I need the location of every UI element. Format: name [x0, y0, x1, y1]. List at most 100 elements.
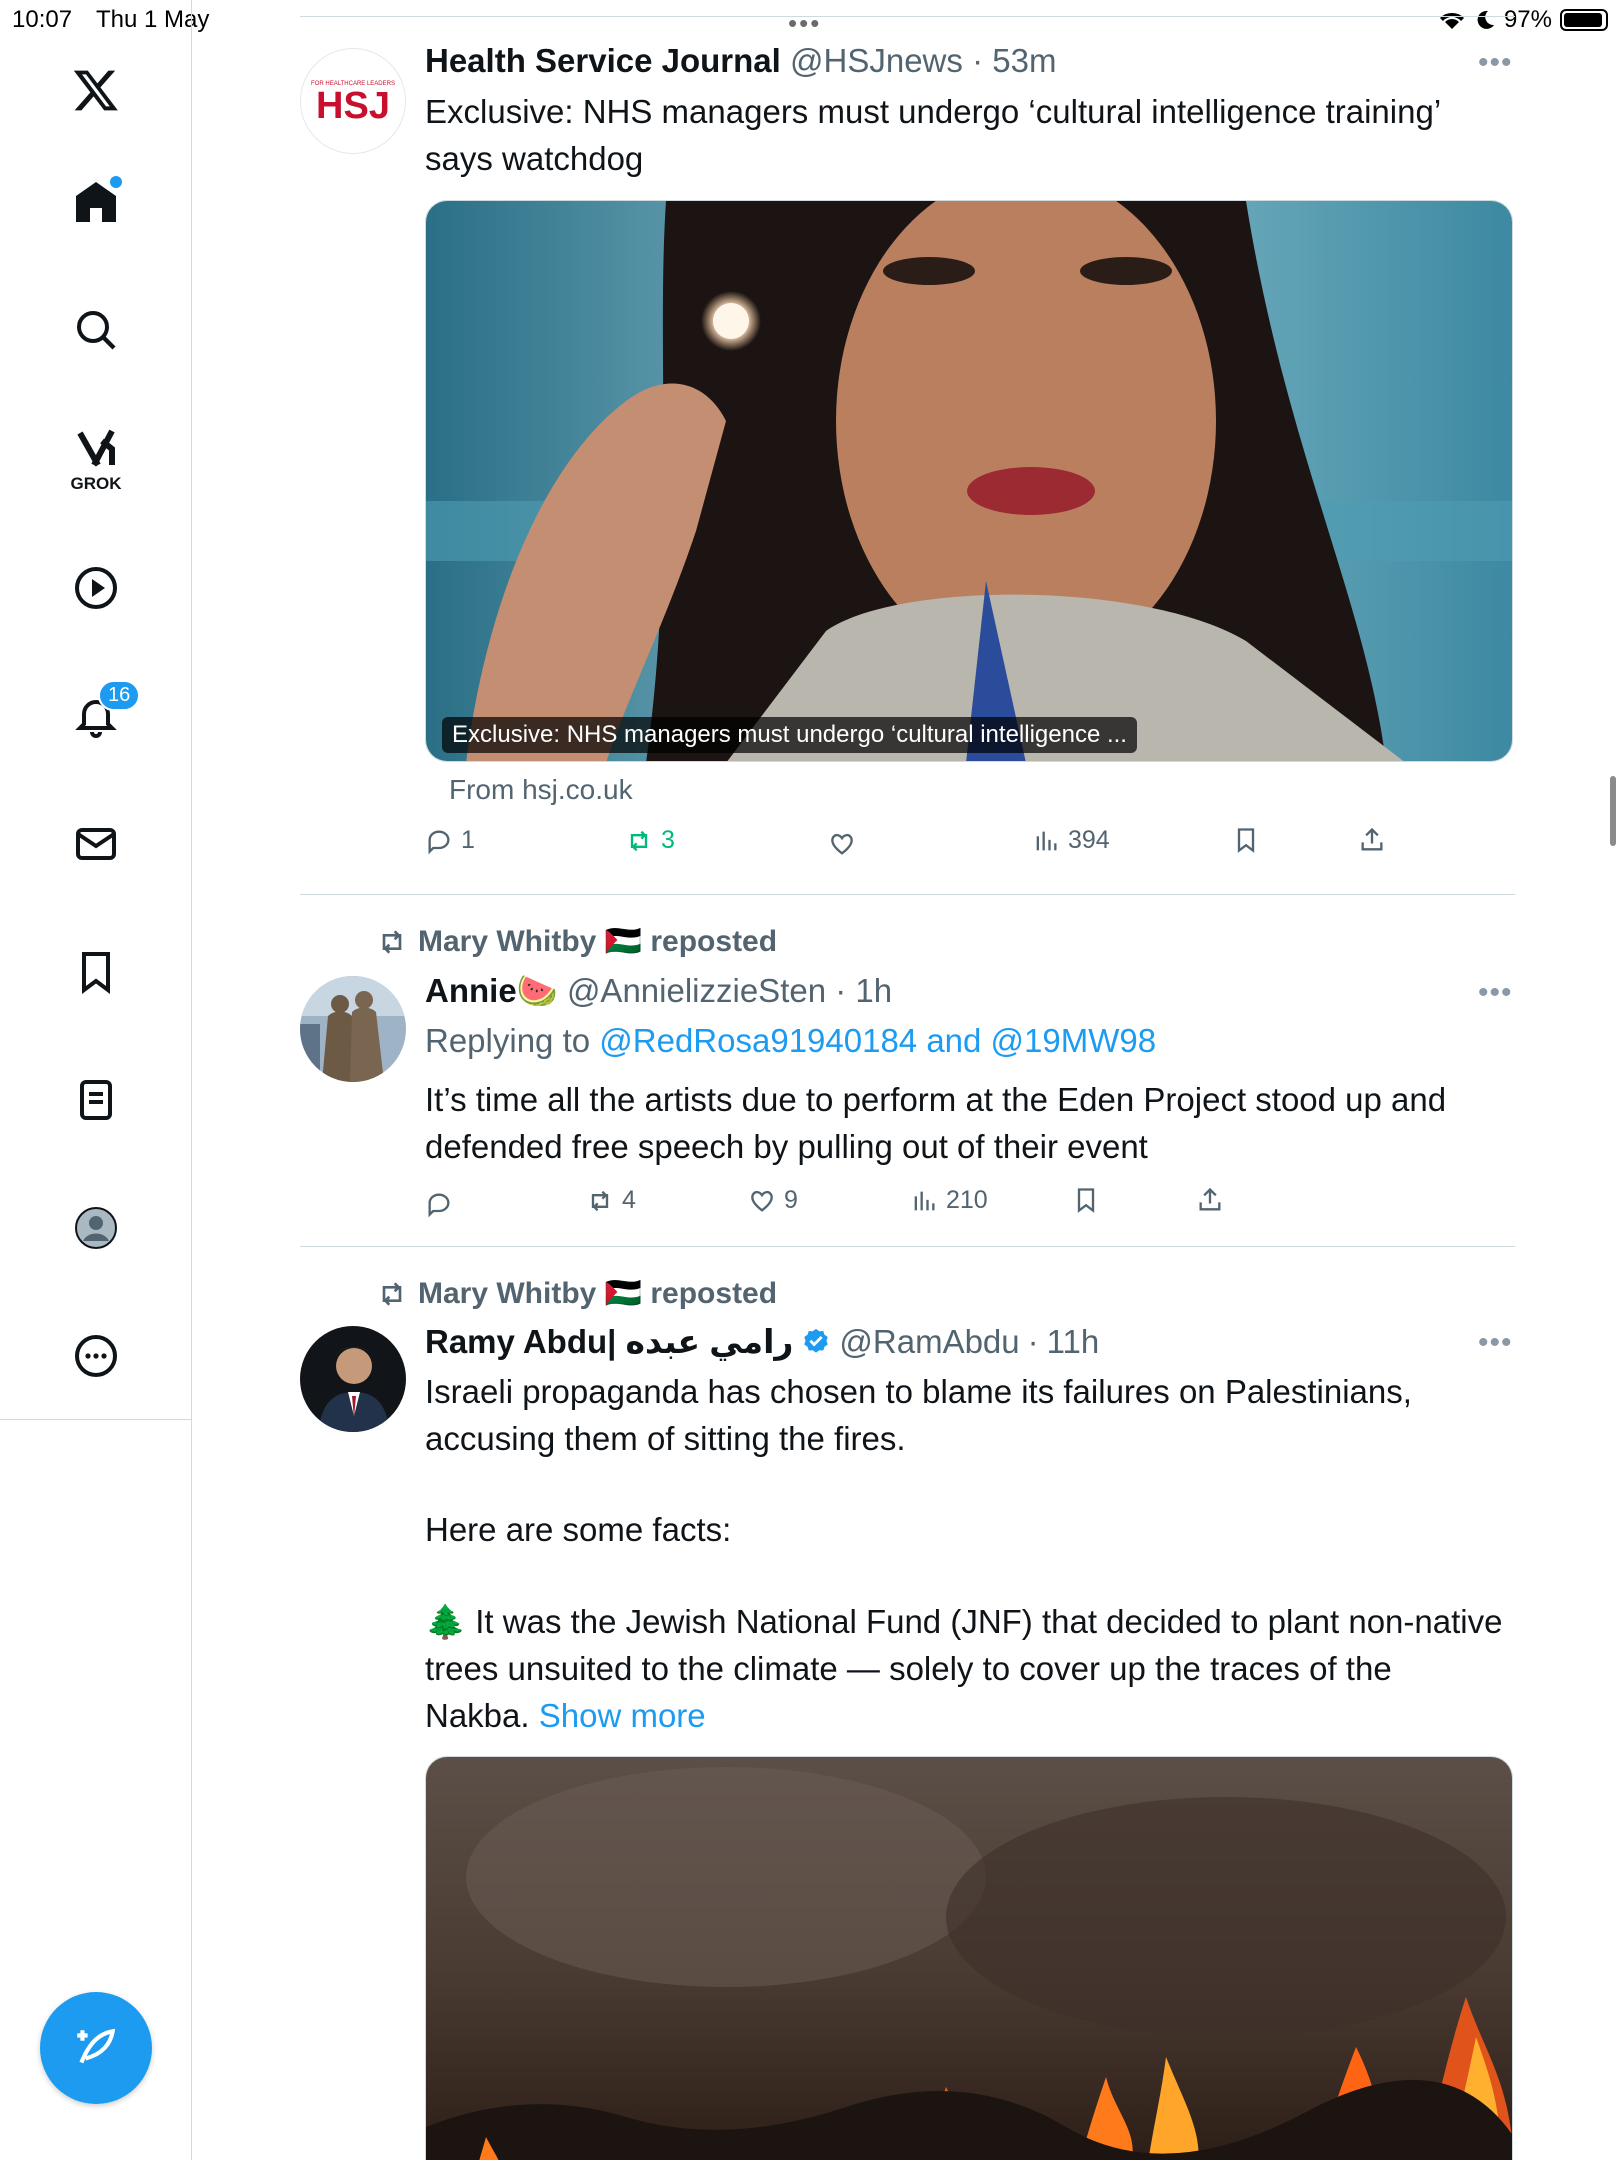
more-options-icon[interactable]: [56, 1316, 136, 1396]
avatar-hsj-logo: HSJ: [316, 85, 390, 127]
sidebar: GROK 16: [0, 0, 192, 1420]
reposted-by-text[interactable]: Mary Whitby 🇵🇸 reposted: [418, 924, 777, 959]
reply-icon: [428, 830, 450, 854]
status-right: 97%: [1438, 6, 1608, 34]
reposted-by-line: Mary Whitby 🇵🇸 reposted: [376, 1276, 777, 1311]
share-icon: [1361, 827, 1383, 851]
tweet-media-image[interactable]: [425, 1756, 1513, 2160]
replying-to-handles[interactable]: @RedRosa91940184 and @19MW98: [599, 1022, 1156, 1059]
avatar-man-in-suit-image: [300, 1326, 406, 1432]
tweet-text: Exclusive: NHS managers must undergo ‘cu…: [425, 93, 1440, 177]
reposted-by-line: Mary Whitby 🇵🇸 reposted: [376, 924, 777, 959]
tweet-text-paragraph-1: Israeli propaganda has chosen to blame i…: [425, 1373, 1412, 1457]
author-name[interactable]: Annie🍉: [425, 972, 558, 1009]
video-play-icon[interactable]: [56, 548, 136, 628]
bookmarks-icon[interactable]: [56, 932, 136, 1012]
grok-icon[interactable]: GROK: [56, 418, 136, 498]
tweet-divider: [300, 1246, 1515, 1247]
tweet-header: Ramy Abdu| رامي عبده @RamAbdu · 11h: [425, 1322, 1099, 1361]
like-count: 9: [784, 1186, 798, 1214]
like-action[interactable]: [828, 830, 864, 858]
notifications-badge: 16: [98, 680, 141, 711]
battery-percent: 97%: [1503, 6, 1552, 33]
sidebar-border: [191, 1420, 192, 2160]
views-action[interactable]: 394: [1032, 826, 1110, 855]
repost-icon: [382, 929, 402, 954]
repost-icon: [591, 1190, 609, 1211]
repost-count: 3: [661, 826, 675, 854]
tweet-text-paragraph-3: 🌲 It was the Jewish National Fund (JNF) …: [425, 1598, 1505, 1739]
author-handle[interactable]: @AnnielizzieSten: [567, 972, 826, 1009]
grok-label: GROK: [70, 474, 122, 493]
views-chart-icon: [914, 1191, 935, 1210]
link-card-image[interactable]: Exclusive: NHS managers must undergo ‘cu…: [425, 200, 1513, 762]
reply-count: 1: [461, 826, 475, 854]
share-action[interactable]: [1196, 1186, 1224, 1214]
repost-action[interactable]: 3: [625, 826, 675, 855]
repost-icon: [630, 830, 648, 851]
compose-post-button[interactable]: [40, 1992, 152, 2104]
wifi-icon: [1439, 12, 1464, 29]
link-card-caption: Exclusive: NHS managers must undergo ‘cu…: [442, 717, 1137, 753]
tweet-text: It’s time all the artists due to perform…: [425, 1081, 1447, 1165]
x-logo-icon[interactable]: [56, 50, 136, 130]
repost-action[interactable]: 4: [586, 1186, 636, 1215]
tweet-divider: [300, 894, 1515, 895]
repost-icon: [382, 1281, 402, 1306]
profile-avatar-icon[interactable]: [56, 1188, 136, 1268]
reply-action[interactable]: [425, 1190, 461, 1218]
views-count: 394: [1068, 826, 1110, 854]
home-unread-dot: [110, 176, 122, 188]
avatar-hsj[interactable]: FOR HEALTHCARE LEADERS HSJ: [300, 48, 406, 154]
compose-feather-icon: [77, 2028, 116, 2064]
dot-separator: ·: [835, 972, 847, 1009]
reposted-by-text[interactable]: Mary Whitby 🇵🇸 reposted: [418, 1276, 777, 1311]
like-action[interactable]: 9: [748, 1186, 798, 1215]
reply-action[interactable]: 1: [425, 826, 475, 855]
share-action[interactable]: [1358, 826, 1386, 854]
multitasking-dots[interactable]: •••: [788, 8, 821, 39]
dot-separator: ·: [1027, 1322, 1039, 1360]
scrollbar[interactable]: [1610, 776, 1616, 846]
tweet-more-icon[interactable]: •••: [1478, 1326, 1513, 1360]
views-action[interactable]: 210: [910, 1186, 988, 1215]
link-card-source[interactable]: From hsj.co.uk: [449, 774, 633, 806]
author-handle[interactable]: @HSJnews: [790, 42, 963, 79]
tweet-time[interactable]: 1h: [855, 972, 892, 1009]
bookmark-action[interactable]: [1232, 826, 1260, 854]
show-more-link[interactable]: Show more: [539, 1697, 706, 1734]
tweet-time[interactable]: 11h: [1047, 1323, 1100, 1361]
lists-icon[interactable]: [56, 1060, 136, 1140]
avatar-annie[interactable]: [300, 976, 406, 1082]
tweet-time[interactable]: 53m: [992, 42, 1056, 79]
repost-count: 4: [622, 1186, 636, 1214]
bookmark-action[interactable]: [1072, 1186, 1100, 1214]
replying-to-prefix: Replying to: [425, 1022, 600, 1059]
tweet-more-icon[interactable]: •••: [1478, 46, 1513, 80]
moon-icon: [1477, 10, 1494, 29]
battery-icon: [1560, 9, 1608, 31]
author-name[interactable]: Health Service Journal: [425, 42, 781, 79]
messages-envelope-icon[interactable]: [56, 804, 136, 884]
heart-icon: [831, 833, 853, 855]
bookmark-icon: [1237, 828, 1255, 853]
search-icon[interactable]: [56, 290, 136, 370]
tweet-header: Health Service Journal @HSJnews · 53m: [425, 42, 1056, 80]
home-icon[interactable]: [56, 162, 136, 242]
status-bar: 10:07 Thu 1 May ••• 97%: [0, 0, 1620, 40]
tweet-header: Annie🍉 @AnnielizzieSten · 1h: [425, 972, 892, 1011]
author-name[interactable]: Ramy Abdu| رامي عبده: [425, 1322, 793, 1361]
doctor-with-penlight-image: [426, 201, 1512, 761]
tweet-more-icon[interactable]: •••: [1478, 976, 1513, 1010]
heart-icon: [751, 1190, 773, 1212]
feed-top-divider: [300, 16, 1515, 17]
reply-icon: [428, 1193, 450, 1218]
bookmark-icon: [1077, 1188, 1095, 1213]
replying-to-line: Replying to @RedRosa91940184 and @19MW98: [425, 1022, 1156, 1060]
notifications-bell-icon[interactable]: 16: [56, 676, 141, 756]
author-handle[interactable]: @RamAbdu: [839, 1323, 1019, 1361]
views-chart-icon: [1036, 831, 1057, 850]
forest-fire-image: [426, 1757, 1512, 2160]
tweet-text-paragraph-2: Here are some facts:: [425, 1511, 732, 1548]
avatar-ramy[interactable]: [300, 1326, 406, 1432]
